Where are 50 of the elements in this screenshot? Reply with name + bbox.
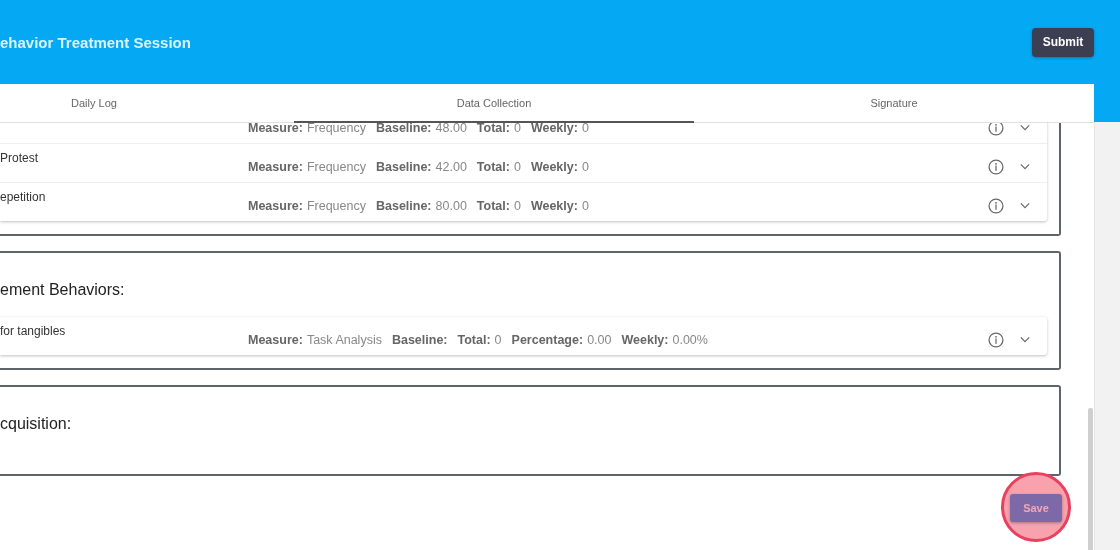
stat-label: Weekly: [530,120,578,135]
stat-value: Frequency [306,120,366,135]
stat-label: Total: [476,159,510,174]
stat-value: 0 [513,159,521,174]
behavior-name: Protest [0,151,38,165]
stat-label: Measure: [248,332,303,347]
chevron-down-icon[interactable] [1020,336,1030,343]
scrollbar[interactable] [1088,408,1093,550]
stat-value: 80.00 [435,198,467,213]
stat-label: Measure: [248,198,303,213]
stat-label: Measure: [248,120,303,135]
chevron-down-icon[interactable] [1020,163,1030,170]
stat-value: 0 [513,120,521,135]
stat-label: Total: [476,198,510,213]
stat-label: Measure: [248,159,303,174]
stat-label: Weekly: [530,198,578,213]
stat-label: Baseline: [375,120,432,135]
stat-label: Baseline: [375,159,432,174]
stat-label: Weekly: [621,332,669,347]
info-icon[interactable] [988,158,1004,175]
section-title: cquisition: [0,414,73,434]
page-title: ehavior Treatment Session [0,33,191,51]
stat-value: 0 [581,120,589,135]
stat-value: 0 [513,198,521,213]
stat-value: 0 [581,198,589,213]
stat-label: Baseline: [391,332,448,347]
behavior-name: epetition [0,190,46,204]
stat-label: Weekly: [530,159,578,174]
tab[interactable]: Daily Log [0,84,294,123]
stat-value: 0.00% [672,332,708,347]
chevron-down-icon[interactable] [1020,202,1030,209]
submit-button[interactable]: Submit [1032,27,1094,57]
info-icon[interactable] [988,331,1004,348]
stat-label: Percentage: [511,332,584,347]
stat-value: Frequency [306,159,366,174]
stat-label: Baseline: [375,198,432,213]
stat-label: Total: [457,332,491,347]
stat-label: Total: [476,120,510,135]
stat-value: 0.00 [587,332,612,347]
chevron-down-icon[interactable] [1020,124,1030,131]
info-icon[interactable] [988,197,1004,214]
stat-value: Task Analysis [306,332,382,347]
stat-value: 42.00 [435,159,467,174]
stat-value: 0 [494,332,502,347]
stat-value: 0 [581,159,589,174]
behavior-name: for tangibles [0,324,66,338]
stat-value: 48.00 [435,120,467,135]
stat-value: Frequency [306,198,366,213]
tab[interactable]: Signature [694,84,1094,123]
section-title: ement Behaviors: [0,280,126,300]
